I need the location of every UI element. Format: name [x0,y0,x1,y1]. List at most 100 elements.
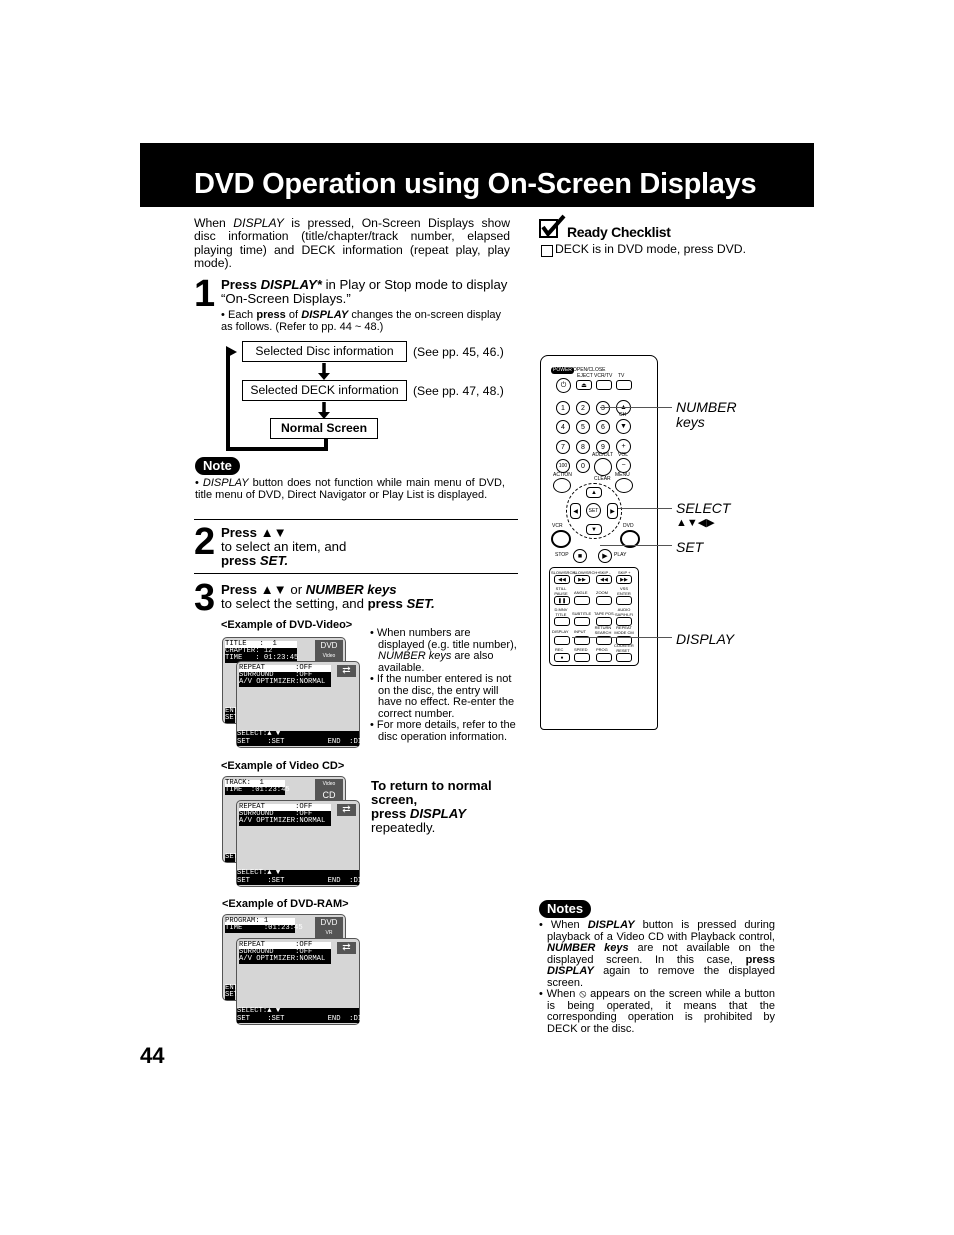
stop-button[interactable]: ■ [573,549,587,563]
step-3-bold: Press ▲▼ [221,582,287,597]
number-key-0[interactable]: 0 [576,459,590,473]
note-label: Note [195,457,240,475]
add-dlt-button[interactable] [594,458,612,476]
osd-optimizer-row: A/V OPTIMIZER:NORMAL [239,678,331,687]
callout-line-number-keys [600,407,672,408]
bullet-keyword: NUMBER keys [378,650,452,662]
notes-text: • When [539,919,588,931]
checklist-title: Ready Checklist [567,224,671,240]
checklist-item: DECK is in DVD mode, press DVD. [555,242,746,256]
osd-example-dvd-ram: PROGRAM: 1 TIME :01:23:45 DVD VR ENT SET … [221,913,384,1028]
rec-button[interactable]: ● [554,653,570,662]
osd-optimizer-row: A/V OPTIMIZER:NORMAL [239,817,331,826]
osd-label: A/V OPTIMIZER [239,678,296,686]
step-2-text: Press ▲▼ to select an item, and press SE… [221,526,346,568]
vol-down-button[interactable]: − [616,458,631,473]
select-left-button[interactable]: ◀ [570,503,581,519]
notes-label: Notes [539,900,592,918]
osd-footer: SELECT:▲ ▼ SET :SET END :DISPLAY [237,730,384,746]
bullet-text: • When numbers are displayed (e.g. title… [370,627,517,651]
number-key-1[interactable]: 1 [556,401,570,415]
title-label: D.MNV TITLE [554,607,568,617]
osd-optimizer-row: A/V OPTIMIZER:NORMAL [239,955,331,964]
angle-button[interactable] [574,596,590,605]
number-key-7[interactable]: 7 [556,440,570,454]
flow-ref-disc: (See pp. 45, 46.) [413,345,504,359]
callout-number-keys: NUMBER keys [676,400,737,430]
menu-button[interactable] [615,478,633,493]
play-button[interactable]: ▶ [598,549,612,563]
number-key-2[interactable]: 2 [576,401,590,415]
vss-enter-button[interactable] [616,596,632,605]
bullet-keyword: DISPLAY [301,309,349,321]
vcr-tv-button[interactable] [596,380,612,390]
step-1-keyword: DISPLAY* [260,277,322,292]
checklist-checkbox[interactable] [541,245,553,257]
ch-down-button[interactable]: ▼ [616,419,631,434]
select-up-button[interactable]: ▲ [586,487,602,498]
title-button[interactable] [554,617,570,626]
step-2-line1: Press ▲▼ [221,525,287,540]
number-key-6[interactable]: 6 [596,420,610,434]
notes-bold: press [745,953,775,966]
speed-label: SPEED [574,647,588,652]
step-2-set: SET. [259,553,289,568]
step-1-bullet: • Each press of DISPLAY changes the on-s… [221,309,501,333]
prog-button[interactable] [596,653,612,662]
skip-minus-button[interactable]: ◀◀ [596,575,612,584]
osd-front-panel: REPEAT :OFF SURROUND :OFF A/V OPTIMIZER:… [236,938,384,1025]
logo-subtext: Video [322,781,336,787]
step-3-press: press [367,596,407,611]
logo-text: DVD [320,641,338,650]
power-button[interactable]: ⏻ [556,378,571,393]
osd-footer-set: SET :SET END :DISPLAY [237,1014,384,1023]
flow-box-normal-screen: Normal Screen [270,418,378,439]
step-3-text: Press ▲▼ or NUMBER keys to select the se… [221,583,435,611]
notes-keyword: NUMBER keys [547,942,629,954]
number-key-8[interactable]: 8 [576,440,590,454]
select-down-button[interactable]: ▼ [586,524,602,535]
still-pause-button[interactable]: ❚❚ [554,596,570,605]
eject-button[interactable]: ⏏ [576,380,592,390]
remote-control: POWER OPEN/CLOSE EJECT VCR/TV TV ⏻ ⏏ 1 2… [540,355,658,730]
display-label: DISPLAY [552,629,569,634]
number-key-4[interactable]: 4 [556,420,570,434]
callout-text: NUMBER [676,399,737,415]
number-key-3[interactable]: 3 [596,401,610,415]
step-3-number: 3 [194,577,216,619]
osd-time-line: TIME :01:23:45 [225,786,290,795]
power-label: POWER [551,367,574,374]
divider [194,573,518,574]
example-caption-dvd-ram: <Example of DVD-RAM> [222,898,349,910]
tv-button[interactable] [616,380,632,390]
zoom-button[interactable] [596,596,612,605]
page-title: DVD Operation using On-Screen Displays [194,168,757,200]
angle-label: ANGLE [574,590,588,595]
speed-button[interactable] [574,653,590,662]
action-button[interactable] [553,478,571,493]
dvd-label: DVD [623,523,634,529]
select-right-button[interactable]: ▶ [607,503,618,519]
subtitle-label: SUBTITLE [572,611,592,616]
example-caption-dvd-video: <Example of DVD-Video> [221,619,353,631]
set-button[interactable]: SET [586,503,601,518]
note-keyword: DISPLAY [202,477,249,489]
display-button[interactable] [554,636,570,645]
skip-plus-button[interactable]: ▶▶ [616,575,632,584]
counter-reset-label: COUNTER RESET [614,643,634,653]
return-search-label: RETURN SEARCH [594,625,612,635]
osd-example-dvd-video: TITLE : 1 CHAPTER: 12 TIME : 01:23:45 DV… [221,636,384,751]
osd-set: SET [225,991,238,1000]
slow-srch-plus-button[interactable]: ▶▶ [574,575,590,584]
callout-arrows: ▲▼◀▶ [676,517,715,529]
notes-keyword: DISPLAY [547,965,594,977]
counter-reset-button[interactable] [616,653,632,662]
step-1-bold: Press [221,277,261,292]
subtitle-button[interactable] [574,617,590,626]
audio-label: AUDIO SAP/HI-FI [615,607,634,617]
number-key-5[interactable]: 5 [576,420,590,434]
slow-srch-minus-button[interactable]: ◀◀ [554,575,570,584]
return-note-press: press [371,806,410,821]
number-key-100[interactable]: 100 [556,459,570,473]
vcr-button[interactable] [551,530,571,548]
